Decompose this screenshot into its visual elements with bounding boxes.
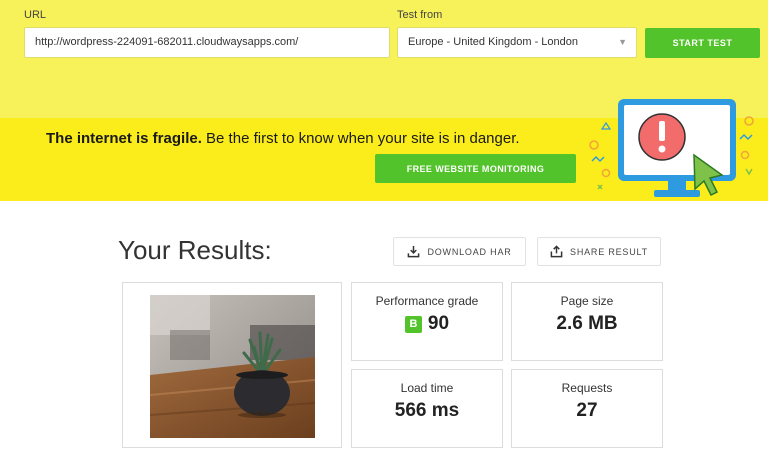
location-select[interactable]: Europe - United Kingdom - London ▼ bbox=[397, 27, 637, 58]
chevron-down-icon: ▼ bbox=[618, 37, 627, 47]
location-label: Test from bbox=[397, 9, 443, 21]
banner-message: The internet is fragile. Be the first to… bbox=[46, 130, 520, 147]
load-time-card: Load time 566 ms bbox=[351, 369, 503, 448]
requests-card: Requests 27 bbox=[511, 369, 663, 448]
performance-grade-value: 90 bbox=[427, 313, 450, 334]
grade-badge: B bbox=[404, 315, 422, 333]
performance-grade-card: Performance grade B 90 bbox=[351, 282, 503, 361]
page-size-card: Page size 2.6 MB bbox=[511, 282, 663, 361]
performance-grade-label: Performance grade bbox=[375, 294, 479, 308]
free-monitoring-button[interactable]: FREE WEBSITE MONITORING bbox=[375, 154, 576, 183]
url-input[interactable]: http://wordpress-224091-682011.cloudways… bbox=[24, 27, 390, 58]
requests-label: Requests bbox=[561, 381, 613, 395]
results-title: Your Results: bbox=[118, 235, 272, 265]
share-icon bbox=[550, 245, 563, 258]
monitor-alert-icon bbox=[589, 99, 754, 197]
page-screenshot-image bbox=[150, 295, 315, 438]
banner-bold-text: The internet is fragile. bbox=[46, 130, 202, 147]
page-size-label: Page size bbox=[560, 294, 614, 308]
start-test-button[interactable]: START TEST bbox=[645, 28, 760, 58]
requests-value: 27 bbox=[576, 400, 598, 421]
url-label: URL bbox=[24, 9, 47, 21]
share-result-label: SHARE RESULT bbox=[570, 246, 648, 257]
download-har-label: DOWNLOAD HAR bbox=[427, 246, 512, 257]
load-time-label: Load time bbox=[400, 381, 454, 395]
share-result-button[interactable]: SHARE RESULT bbox=[537, 237, 661, 266]
performance-grade-value-row: B 90 bbox=[352, 313, 502, 335]
download-har-button[interactable]: DOWNLOAD HAR bbox=[393, 237, 526, 266]
page-size-value: 2.6 MB bbox=[556, 313, 618, 334]
download-icon bbox=[408, 245, 420, 258]
banner-rest-text: Be the first to know when your site is i… bbox=[201, 130, 520, 147]
page-screenshot-card bbox=[122, 282, 342, 448]
location-value: Europe - United Kingdom - London bbox=[408, 36, 578, 48]
load-time-value: 566 ms bbox=[394, 400, 460, 421]
